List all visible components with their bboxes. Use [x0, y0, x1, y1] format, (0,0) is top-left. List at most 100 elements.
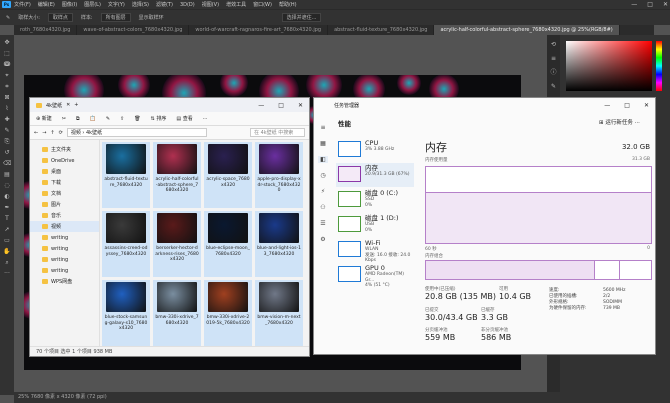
forward-icon[interactable]: → [42, 130, 46, 136]
sidebar-item[interactable]: writing [30, 254, 99, 265]
eyedropper-icon[interactable]: ✎ [6, 15, 10, 21]
users-icon[interactable]: ⚇ [320, 204, 325, 211]
sidebar-item[interactable]: 主文件夹 [30, 144, 99, 155]
more-tools-icon[interactable]: ··· [3, 270, 11, 278]
select-tool-icon[interactable]: ⌖ [3, 72, 11, 80]
eraser-tool-icon[interactable]: ⌫ [3, 160, 11, 168]
minimize-icon[interactable]: — [631, 1, 637, 8]
new-button[interactable]: ⊕ 新建 [36, 115, 52, 122]
back-icon[interactable]: ← [34, 130, 38, 136]
explorer-tab-title[interactable]: 4k壁纸 [46, 102, 62, 109]
file-item[interactable]: acrylic-half-colorful-abstract-sphere_76… [153, 142, 201, 208]
file-item[interactable]: bmw-330i-xdrive_7680x4320 [153, 280, 201, 346]
minimize-icon[interactable]: — [258, 102, 264, 109]
sidebar-item[interactable]: 文档 [30, 188, 99, 199]
copy-icon[interactable]: ⧉ [76, 116, 80, 122]
file-item[interactable]: assassins-creed-odyssey_7680x4320 [102, 211, 150, 277]
hue-slider[interactable] [656, 41, 662, 91]
menu-item[interactable]: 3D(D) [180, 2, 195, 8]
menu-item[interactable]: 文件(F) [14, 1, 31, 8]
type-tool-icon[interactable]: T [3, 215, 11, 223]
zoom-tool-icon[interactable]: ⌕ [3, 259, 11, 267]
details-icon[interactable]: ☰ [320, 220, 325, 227]
menu-item[interactable]: 图像(I) [62, 1, 77, 8]
sidebar-item[interactable]: 音乐 [30, 210, 99, 221]
up-icon[interactable]: ↑ [50, 130, 54, 136]
sidebar-item[interactable]: 下载 [30, 177, 99, 188]
menu-item[interactable]: 选择(S) [132, 1, 149, 8]
resource-item[interactable]: 磁盘 1 (D:) USB 0% [336, 213, 414, 237]
sidebar-item[interactable]: writing [30, 265, 99, 276]
file-item[interactable]: acrylic-space_7680x4320 [204, 142, 252, 208]
file-item[interactable]: blue-and-light-ios-13_7680x4320 [255, 211, 303, 277]
sort-button[interactable]: ⇅ 排序 [151, 115, 167, 122]
processes-icon[interactable]: ▦ [320, 140, 326, 147]
file-item[interactable]: bmw-330i-xdrive-2019-5k_7680x4320 [204, 280, 252, 346]
hand-tool-icon[interactable]: ✋ [3, 248, 11, 256]
app-history-icon[interactable]: ◷ [320, 172, 325, 179]
brush-panel-icon[interactable]: ✎ [550, 83, 558, 91]
file-item[interactable]: abstract-fluid-texture_7680x4320 [102, 142, 150, 208]
menu-item[interactable]: 文字(Y) [108, 1, 125, 8]
view-button[interactable]: ▤ 查看 [176, 115, 192, 122]
eyedropper-tool-icon[interactable]: ⌇ [3, 105, 11, 113]
lasso-tool-icon[interactable]: ↈ [3, 61, 11, 69]
maximize-icon[interactable]: □ [278, 102, 284, 109]
info-icon[interactable]: ⓘ [550, 69, 558, 77]
marquee-tool-icon[interactable]: ⬚ [3, 50, 11, 58]
minimize-icon[interactable]: — [604, 102, 610, 109]
more-icon[interactable]: ··· [203, 116, 208, 122]
sidebar-item[interactable]: WPS网盘 [30, 276, 99, 287]
resource-item[interactable]: Wi-Fi WLAN 发送: 16.0 接收: 24.0 Kbps [336, 238, 414, 263]
document-tab[interactable]: acrylic-half-colorful-abstract-sphere_76… [434, 25, 620, 35]
show-ring-checkbox[interactable]: 显示取样环 [139, 14, 164, 21]
sample-layers-select[interactable]: 所有图层 [100, 13, 131, 22]
path-select-icon[interactable]: ➚ [3, 226, 11, 234]
file-item[interactable]: berserker-hector-darkness-rises_7680x432… [153, 211, 201, 277]
maximize-icon[interactable]: □ [624, 102, 630, 109]
sidebar-item[interactable]: 图片 [30, 199, 99, 210]
file-item[interactable]: bmw-vision-m-next_7680x4320 [255, 280, 303, 346]
document-tab[interactable]: roth_7680x4320.jpg [14, 25, 78, 35]
refresh-icon[interactable]: ⟳ [59, 130, 63, 136]
shape-tool-icon[interactable]: ▭ [3, 237, 11, 245]
sample-size-select[interactable]: 取样点 [47, 13, 73, 22]
share-icon[interactable]: ⇪ [120, 116, 124, 122]
paste-icon[interactable]: 📋 [90, 116, 96, 122]
crop-tool-icon[interactable]: ⌗ [3, 83, 11, 91]
frame-tool-icon[interactable]: ⊠ [3, 94, 11, 102]
pen-tool-icon[interactable]: ✒ [3, 204, 11, 212]
document-tab[interactable]: world-of-warcraft-ragnaros-fire-art_7680… [189, 25, 329, 35]
sidebar-item[interactable]: 桌面 [30, 166, 99, 177]
resource-item[interactable]: GPU 0 AMD Radeon(TM) Gr... 4% (51 °C) [336, 263, 414, 288]
services-icon[interactable]: ⚙ [320, 236, 325, 243]
brush-tool-icon[interactable]: ✎ [3, 127, 11, 135]
sidebar-item[interactable]: writing [30, 243, 99, 254]
close-icon[interactable]: ✕ [644, 102, 649, 109]
document-tab[interactable]: wave-of-abstract-colors_7680x4320.jpg [77, 25, 190, 35]
color-picker-field[interactable] [566, 41, 652, 91]
file-item[interactable]: blue-stock-samsung-galaxy-s10_7680x4320 [102, 280, 150, 346]
file-item[interactable]: blue-eclipse-moon_7680x4320 [204, 211, 252, 277]
close-icon[interactable]: ✕ [298, 102, 303, 109]
performance-icon[interactable]: ◧ [318, 156, 328, 163]
select-and-mask-button[interactable]: 选择并遮住... [281, 13, 322, 22]
resource-item[interactable]: CPU 3% 3.88 GHz [336, 138, 414, 162]
search-input[interactable]: 在 4k壁纸 中搜索 [250, 128, 305, 137]
history-brush-icon[interactable]: ↺ [3, 149, 11, 157]
sidebar-item[interactable]: writing [30, 232, 99, 243]
menu-icon[interactable]: ≡ [320, 124, 325, 131]
gradient-tool-icon[interactable]: ▤ [3, 171, 11, 179]
properties-icon[interactable]: ≡ [550, 55, 558, 63]
document-tab[interactable]: abstract-fluid-texture_7680x4320.jpg [328, 25, 435, 35]
menu-item[interactable]: 窗口(W) [253, 1, 272, 8]
menu-item[interactable]: 图层(L) [84, 1, 101, 8]
sidebar-item[interactable]: 视频 [30, 221, 99, 232]
cut-icon[interactable]: ✂ [62, 116, 66, 122]
rename-icon[interactable]: ✎ [106, 116, 110, 122]
maximize-icon[interactable]: □ [647, 1, 653, 8]
menu-item[interactable]: 滤镜(T) [156, 1, 173, 8]
address-input[interactable]: 视频 › 4k壁纸 [66, 128, 207, 137]
stamp-tool-icon[interactable]: ⎘ [3, 138, 11, 146]
run-new-task-button[interactable]: ⊞ 运行新任务 ··· [599, 118, 640, 126]
